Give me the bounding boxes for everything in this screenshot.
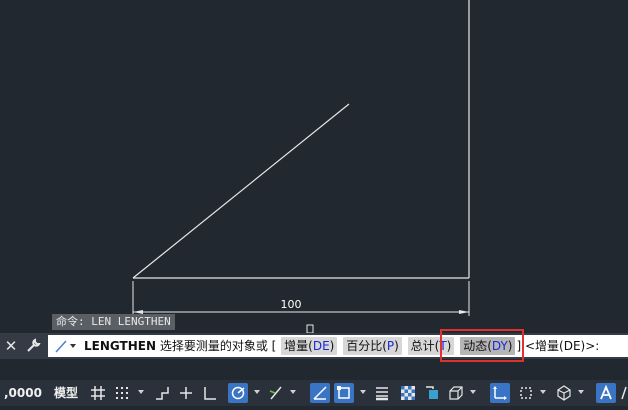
grid-icon[interactable] [88,383,108,403]
osnap-dropdown[interactable] [360,390,366,394]
bracket-close: ] [516,339,522,353]
snap-icon[interactable] [112,383,132,403]
command-line-input[interactable]: LENGTHEN 选择要测量的对象或 [ 增量(DE) 百分比(P) 总计(T)… [48,335,628,357]
polar-icon[interactable] [228,383,248,403]
polar-dropdown[interactable] [254,390,260,394]
3d-object-dropdown[interactable] [470,390,476,394]
lineweight-icon[interactable] [372,383,392,403]
status-strip: ,0000 模型 [0,380,628,406]
gizmo-icon[interactable] [554,383,574,403]
3d-object-icon[interactable] [446,383,466,403]
gizmo-dropdown[interactable] [578,390,584,394]
coordinate-readout[interactable]: ,0000 [4,380,42,406]
selection-filter-icon[interactable] [516,383,536,403]
drawing-canvas[interactable]: 100 [0,0,628,334]
filter-dropdown[interactable] [540,390,546,394]
option-percent[interactable]: 百分比(P) [343,337,402,355]
option-dynamic[interactable]: 动态(DY) [460,337,516,355]
default-option: <增量(DE)>: [525,339,600,353]
selection-cycle-icon[interactable] [422,383,442,403]
annotation-icon[interactable] [596,383,616,403]
diagonal-line[interactable] [132,103,350,279]
ortho-icon[interactable] [176,383,196,403]
transparency-icon[interactable] [398,383,418,403]
crosshair-pickbox [306,324,314,334]
option-increment[interactable]: 增量(DE) [281,337,338,355]
linear-dimension[interactable]: 100 [132,281,470,316]
dimension-text: 100 [281,298,302,311]
wrench-icon[interactable] [22,333,44,359]
status-bar: ,0000 模型 [0,376,628,410]
osnap-icon[interactable] [310,383,330,403]
close-icon[interactable]: ✕ [0,333,22,359]
3d-osnap-icon[interactable] [334,383,354,403]
command-history: 命令: LEN LENGTHEN [52,314,175,330]
command-name: LENGTHEN [84,339,156,353]
command-bar: ✕ LENGTHEN 选择要测量的对象或 [ 增量(DE) 百分比(P) 总计(… [0,333,628,359]
track-dropdown[interactable] [290,390,296,394]
infer-icon[interactable] [152,383,172,403]
command-prompt-text: 选择要测量的对象或 [ [159,339,277,353]
command-prompt: LENGTHEN 选择要测量的对象或 [ 增量(DE) 百分比(P) 总计(T)… [84,335,599,357]
model-tab[interactable]: 模型 [54,380,78,406]
workspace-icon[interactable] [618,383,628,403]
snap-dropdown[interactable] [138,390,144,394]
isometric-icon[interactable] [200,383,220,403]
option-total[interactable]: 总计(T) [407,337,455,355]
object-track-icon[interactable] [266,383,286,403]
dynamic-ucs-icon[interactable] [490,383,510,403]
dimension-arrow-right [459,310,469,314]
command-line-tool-icon[interactable] [54,338,78,354]
